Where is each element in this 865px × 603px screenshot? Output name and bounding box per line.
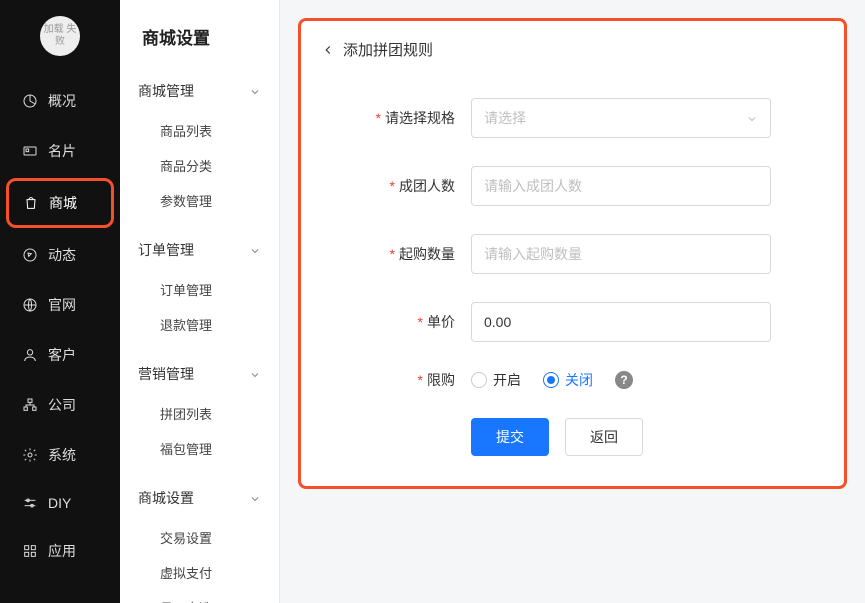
form-panel: 添加拼团规则 *请选择规格 请选择 *成团人数 (298, 18, 847, 489)
compass-icon (22, 247, 38, 263)
limit-radio-off[interactable]: 关闭 (543, 370, 593, 390)
sec-group-head[interactable]: 订单管理 (120, 228, 279, 272)
limit-radio-on[interactable]: 开启 (471, 370, 521, 390)
nav-label: 官网 (48, 295, 76, 315)
nav-label: 客户 (48, 345, 76, 365)
nav-item-company[interactable]: 公司 (0, 380, 120, 430)
radio-label: 开启 (493, 370, 521, 390)
id-icon (22, 143, 38, 159)
pie-icon (22, 93, 38, 109)
nav-item-customer[interactable]: 客户 (0, 330, 120, 380)
nav-label: 动态 (48, 245, 76, 265)
back-icon[interactable] (321, 43, 335, 57)
bag-icon (23, 195, 39, 211)
field-label: *成团人数 (341, 176, 471, 196)
panel-title: 添加拼团规则 (343, 39, 433, 60)
back-button[interactable]: 返回 (565, 418, 643, 456)
field-label: *限购 (341, 370, 471, 390)
sec-group-label: 订单管理 (138, 240, 194, 260)
chevron-down-icon (249, 244, 261, 256)
nav-item-card[interactable]: 名片 (0, 126, 120, 176)
nav-label: 应用 (48, 541, 76, 561)
sec-group-order_mgmt: 订单管理订单管理退款管理 (120, 228, 279, 352)
sec-item[interactable]: 员工自选 (120, 590, 279, 603)
sec-item[interactable]: 退款管理 (120, 307, 279, 342)
radio-icon (543, 372, 559, 388)
field-label: *请选择规格 (341, 108, 471, 128)
group-count-input[interactable] (471, 166, 771, 206)
field-group-count: *成团人数 (341, 166, 804, 206)
sec-group-label: 商城管理 (138, 81, 194, 101)
field-label: *单价 (341, 312, 471, 332)
field-price: *单价 (341, 302, 804, 342)
nav-item-app[interactable]: 应用 (0, 526, 120, 576)
form: *请选择规格 请选择 *成团人数 *起购数量 (301, 78, 844, 486)
sec-item[interactable]: 订单管理 (120, 272, 279, 307)
help-icon[interactable]: ? (615, 371, 633, 389)
limit-radio-group: 开启 关闭 ? (471, 370, 771, 390)
field-spec: *请选择规格 请选择 (341, 98, 804, 138)
sec-item[interactable]: 虚拟支付 (120, 555, 279, 590)
sec-group-marketing: 营销管理拼团列表福包管理 (120, 352, 279, 476)
sec-group-label: 营销管理 (138, 364, 194, 384)
nav-label: 商城 (49, 193, 77, 213)
form-actions: 提交 返回 (471, 418, 804, 456)
apps-icon (22, 543, 38, 559)
sec-item[interactable]: 参数管理 (120, 183, 279, 218)
field-min-qty: *起购数量 (341, 234, 804, 274)
nav-item-mall[interactable]: 商城 (9, 181, 111, 225)
sec-item[interactable]: 商品列表 (120, 113, 279, 148)
spec-select[interactable]: 请选择 (471, 98, 771, 138)
sec-item[interactable]: 商品分类 (120, 148, 279, 183)
panel-header: 添加拼团规则 (301, 21, 844, 78)
radio-icon (471, 372, 487, 388)
field-label: *起购数量 (341, 244, 471, 264)
field-limit: *限购 开启 关闭 ? (341, 370, 804, 390)
sliders-icon (22, 495, 38, 511)
nav-label: 公司 (48, 395, 76, 415)
main-content: 添加拼团规则 *请选择规格 请选择 *成团人数 (280, 0, 865, 603)
min-qty-input[interactable] (471, 234, 771, 274)
nav-item-site[interactable]: 官网 (0, 280, 120, 330)
nav-item-dynamic[interactable]: 动态 (0, 230, 120, 280)
nav-label: 名片 (48, 141, 76, 161)
sec-group-mall_mgmt: 商城管理商品列表商品分类参数管理 (120, 69, 279, 228)
sec-group-mall_settings: 商城设置交易设置虚拟支付员工自选支付设置商城轮播图 (120, 476, 279, 603)
gear-icon (22, 447, 38, 463)
select-placeholder: 请选择 (484, 108, 526, 128)
chevron-down-icon (249, 85, 261, 97)
nav-label: DIY (48, 495, 71, 511)
secondary-title: 商城设置 (120, 8, 279, 69)
chevron-down-icon (746, 112, 758, 124)
nav-label: 系统 (48, 445, 76, 465)
price-input[interactable] (471, 302, 771, 342)
nav-item-system[interactable]: 系统 (0, 430, 120, 480)
primary-sidebar: 加载 失败 概况名片商城动态官网客户公司系统 DIY 应用 (0, 0, 120, 603)
radio-label: 关闭 (565, 370, 593, 390)
user-icon (22, 347, 38, 363)
sec-group-label: 商城设置 (138, 488, 194, 508)
nav-item-diy[interactable]: DIY (0, 480, 120, 526)
chevron-down-icon (249, 368, 261, 380)
nav-label: 概况 (48, 91, 76, 111)
sec-group-head[interactable]: 商城管理 (120, 69, 279, 113)
nav-item-overview[interactable]: 概况 (0, 76, 120, 126)
sec-item[interactable]: 福包管理 (120, 431, 279, 466)
sec-item[interactable]: 拼团列表 (120, 396, 279, 431)
avatar[interactable]: 加载 失败 (40, 16, 80, 56)
sec-item[interactable]: 交易设置 (120, 520, 279, 555)
secondary-sidebar: 商城设置 商城管理商品列表商品分类参数管理订单管理订单管理退款管理营销管理拼团列… (120, 0, 280, 603)
globe-icon (22, 297, 38, 313)
sec-group-head[interactable]: 营销管理 (120, 352, 279, 396)
submit-button[interactable]: 提交 (471, 418, 549, 456)
sec-group-head[interactable]: 商城设置 (120, 476, 279, 520)
chevron-down-icon (249, 492, 261, 504)
org-icon (22, 397, 38, 413)
